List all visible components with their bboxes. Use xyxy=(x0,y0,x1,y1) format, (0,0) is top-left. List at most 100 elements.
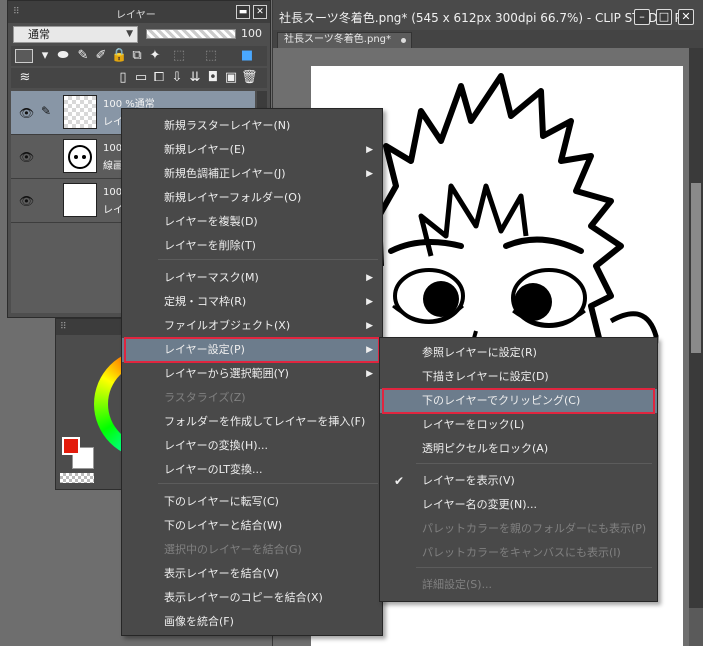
menu-item-label: レイヤーから選択範囲(Y) xyxy=(164,367,289,380)
eye-icon[interactable]: 👁 xyxy=(19,150,34,164)
panel-menu-button[interactable]: ▬ xyxy=(236,5,250,19)
submenu-item-label: パレットカラーをキャンバスにも表示(I) xyxy=(422,546,621,559)
submenu-item-label: 下のレイヤーでクリッピング(C) xyxy=(422,394,581,407)
clipping-icon[interactable]: ⧉ xyxy=(129,48,145,64)
submenu-arrow-icon: ▶ xyxy=(366,273,373,283)
reference-icon[interactable]: ✦ xyxy=(147,48,163,64)
palette-color-icon: ⬚ xyxy=(172,48,186,63)
menu-item[interactable]: 表示レイヤーを結合(V) xyxy=(122,562,382,586)
apply-mask-icon[interactable]: ▣ xyxy=(223,70,239,86)
menu-item: ラスタライズ(Z) xyxy=(122,386,382,410)
tab-close-icon[interactable] xyxy=(401,38,407,43)
menu-item[interactable]: ファイルオブジェクト(X) ▶ xyxy=(122,314,382,338)
layer-mask-icon[interactable]: ◘ xyxy=(205,70,221,86)
menu-item[interactable]: レイヤーを削除(T) xyxy=(122,234,382,258)
menu-item[interactable]: 下のレイヤーと結合(W) xyxy=(122,514,382,538)
close-button[interactable]: ✕ xyxy=(678,9,694,25)
blend-mode-select[interactable]: 通常 ▼ xyxy=(13,26,138,43)
main-color-swatch[interactable] xyxy=(62,437,80,455)
submenu-item[interactable]: 参照レイヤーに設定(R) xyxy=(380,341,657,365)
checkmark-icon: ✔ xyxy=(394,474,405,488)
grip-icon[interactable]: ⠿ xyxy=(13,7,20,17)
layer-thumbnail xyxy=(63,95,97,129)
submenu-item-label: 下描きレイヤーに設定(D) xyxy=(422,370,549,383)
submenu-arrow-icon: ▶ xyxy=(366,321,373,331)
eye-icon[interactable]: 👁 xyxy=(19,194,34,208)
panel-close-button[interactable]: ✕ xyxy=(253,5,267,19)
menu-item[interactable]: 定規・コマ枠(R) ▶ xyxy=(122,290,382,314)
minimize-button[interactable]: – xyxy=(634,9,650,25)
menu-item-label: レイヤーマスク(M) xyxy=(164,271,259,284)
submenu-item[interactable]: ✔ レイヤーを表示(V) xyxy=(380,469,657,493)
merge-down-icon[interactable]: ⇊ xyxy=(187,70,203,86)
menu-item[interactable]: 新規レイヤーフォルダー(O) xyxy=(122,186,382,210)
mask-icon[interactable]: ⬬ xyxy=(55,48,71,64)
layer-toolbar-bottom: ≋ ▯ ▭ ⧠ ⇩ ⇊ ◘ ▣ 🗑 xyxy=(11,68,267,88)
submenu-item-label: 参照レイヤーに設定(R) xyxy=(422,346,537,359)
submenu-item[interactable]: 下描きレイヤーに設定(D) xyxy=(380,365,657,389)
menu-separator xyxy=(158,483,378,484)
lock-icon[interactable]: 🔒 xyxy=(111,48,127,64)
grip-icon[interactable]: ⠿ xyxy=(60,322,67,332)
menu-item[interactable]: 下のレイヤーに転写(C) xyxy=(122,490,382,514)
canvas-tab[interactable]: 社長スーツ冬着色.png* xyxy=(277,32,413,48)
menu-separator xyxy=(416,463,652,464)
eye-icon[interactable]: 👁 xyxy=(19,106,34,120)
menu-item[interactable]: 表示レイヤーのコピーを結合(X) xyxy=(122,586,382,610)
menu-item-label: 画像を統合(F) xyxy=(164,615,234,628)
layer-panel-titlebar[interactable]: ⠿ レイヤー ▬ ✕ xyxy=(8,1,270,23)
submenu-item-label: レイヤーをロック(L) xyxy=(422,418,525,431)
menu-item[interactable]: レイヤーの変換(H)... xyxy=(122,434,382,458)
vertical-scrollbar[interactable] xyxy=(689,48,703,608)
menu-item[interactable]: 新規レイヤー(E) ▶ xyxy=(122,138,382,162)
new-vector-layer-icon[interactable]: ▭ xyxy=(133,70,149,86)
menu-item-label: 下のレイヤーに転写(C) xyxy=(164,495,279,508)
menu-item-label: フォルダーを作成してレイヤーを挿入(F) xyxy=(164,415,366,428)
canvas-titlebar[interactable]: 社長スーツ冬着色.png* (545 x 612px 300dpi 66.7%)… xyxy=(273,0,703,34)
submenu-item[interactable]: レイヤー名の変更(N)... xyxy=(380,493,657,517)
left-eyebrow xyxy=(388,239,464,254)
new-folder-icon[interactable]: ⧠ xyxy=(151,70,167,86)
submenu-arrow-icon: ▶ xyxy=(366,145,373,155)
menu-item[interactable]: 画像を統合(F) xyxy=(122,610,382,634)
menu-item[interactable]: レイヤーのLT変換... xyxy=(122,458,382,482)
submenu-item-label: レイヤー名の変更(N)... xyxy=(422,498,537,511)
draft-icon: ⬚ xyxy=(204,48,218,63)
dropdown-icon[interactable]: ▾ xyxy=(37,48,53,64)
menu-item-label: レイヤーの変換(H)... xyxy=(164,439,269,452)
menu-item-label: 新規色調補正レイヤー(J) xyxy=(164,167,286,180)
delete-layer-icon[interactable]: 🗑 xyxy=(241,70,258,86)
layer-color-icon[interactable] xyxy=(15,49,33,63)
menu-item[interactable]: レイヤー設定(P) ▶ xyxy=(122,338,382,362)
menu-item[interactable]: レイヤーから選択範囲(Y) ▶ xyxy=(122,362,382,386)
submenu-item[interactable]: 透明ピクセルをロック(A) xyxy=(380,437,657,461)
submenu-arrow-icon: ▶ xyxy=(366,169,373,179)
transparent-color-swatch[interactable] xyxy=(60,473,94,483)
canvas-tab-label: 社長スーツ冬着色.png* xyxy=(284,34,392,45)
scrollbar-thumb[interactable] xyxy=(691,183,701,353)
maximize-button[interactable]: □ xyxy=(656,9,672,25)
layer-stack-icon[interactable]: ≋ xyxy=(17,70,33,86)
new-raster-layer-icon[interactable]: ▯ xyxy=(115,70,131,86)
transfer-down-icon[interactable]: ⇩ xyxy=(169,70,185,86)
color-panel-titlebar[interactable]: ⠿ xyxy=(56,319,126,335)
brush-lock-icon[interactable]: ✐ xyxy=(93,48,109,64)
menu-separator xyxy=(416,567,652,568)
opacity-slider[interactable] xyxy=(146,29,236,39)
menu-item[interactable]: レイヤーマスク(M) ▶ xyxy=(122,266,382,290)
menu-separator xyxy=(158,259,378,260)
menu-item-label: 新規レイヤー(E) xyxy=(164,143,246,156)
menu-item-label: 下のレイヤーと結合(W) xyxy=(164,519,283,532)
chevron-down-icon: ▼ xyxy=(126,29,133,39)
menu-item[interactable]: 新規ラスターレイヤー(N) xyxy=(122,114,382,138)
opacity-value[interactable]: 100 xyxy=(241,27,262,40)
layer-color-swatch-icon[interactable]: ■ xyxy=(239,48,255,64)
submenu-item[interactable]: 下のレイヤーでクリッピング(C) xyxy=(380,389,657,413)
menu-item[interactable]: レイヤーを複製(D) xyxy=(122,210,382,234)
menu-item[interactable]: フォルダーを作成してレイヤーを挿入(F) xyxy=(122,410,382,434)
pen-icon[interactable]: ✎ xyxy=(75,48,91,64)
submenu-item[interactable]: レイヤーをロック(L) xyxy=(380,413,657,437)
menu-item[interactable]: 新規色調補正レイヤー(J) ▶ xyxy=(122,162,382,186)
submenu-item: 詳細設定(S)... xyxy=(380,573,657,597)
submenu-item-label: 詳細設定(S)... xyxy=(422,578,493,591)
